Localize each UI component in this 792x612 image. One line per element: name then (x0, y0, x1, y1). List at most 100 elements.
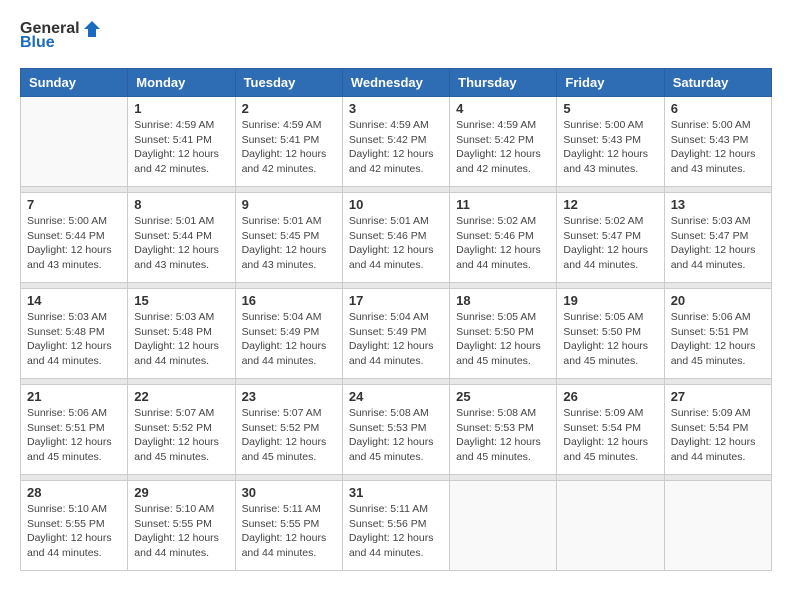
day-info: Sunrise: 5:00 AM Sunset: 5:43 PM Dayligh… (671, 118, 765, 177)
calendar-cell (664, 481, 771, 571)
calendar-cell: 25Sunrise: 5:08 AM Sunset: 5:53 PM Dayli… (450, 385, 557, 475)
day-info: Sunrise: 5:05 AM Sunset: 5:50 PM Dayligh… (456, 310, 550, 369)
day-number: 30 (242, 485, 336, 500)
day-info: Sunrise: 4:59 AM Sunset: 5:41 PM Dayligh… (134, 118, 228, 177)
day-number: 31 (349, 485, 443, 500)
calendar-cell: 15 Sunrise: 5:03 AM Sunset: 5:48 PM Dayli… (128, 289, 235, 379)
day-info: Sunrise: 5:08 AM Sunset: 5:53 PM Dayligh… (349, 406, 443, 465)
calendar-week-row: 1 Sunrise: 4:59 AM Sunset: 5:41 PM Daylig… (21, 97, 772, 187)
col-header-sunday: Sunday (21, 69, 128, 97)
day-number: 4 (456, 101, 550, 116)
calendar-week-row: 21Sunrise: 5:06 AM Sunset: 5:51 PM Dayli… (21, 385, 772, 475)
calendar-cell: 12 Sunrise: 5:02 AM Sunset: 5:47 PM Dayli… (557, 193, 664, 283)
day-number: 24 (349, 389, 443, 404)
col-header-wednesday: Wednesday (342, 69, 449, 97)
day-info: Sunrise: 5:03 AM Sunset: 5:48 PM Dayligh… (134, 310, 228, 369)
day-number: 18 (456, 293, 550, 308)
calendar-cell: 16 Sunrise: 5:04 AM Sunset: 5:49 PM Dayli… (235, 289, 342, 379)
calendar-cell: 3Sunrise: 4:59 AM Sunset: 5:42 PM Daylig… (342, 97, 449, 187)
logo: General Blue (20, 20, 102, 52)
day-info: Sunrise: 5:04 AM Sunset: 5:49 PM Dayligh… (349, 310, 443, 369)
day-info: Sunrise: 5:06 AM Sunset: 5:51 PM Dayligh… (27, 406, 121, 465)
calendar-table: SundayMondayTuesdayWednesdayThursdayFrid… (20, 68, 772, 571)
day-number: 8 (134, 197, 228, 212)
logo-blue-text: Blue (20, 34, 55, 52)
calendar-cell (21, 97, 128, 187)
calendar-cell: 28 Sunrise: 5:10 AM Sunset: 5:55 PM Dayli… (21, 481, 128, 571)
day-number: 27 (671, 389, 765, 404)
day-number: 20 (671, 293, 765, 308)
col-header-friday: Friday (557, 69, 664, 97)
calendar-cell: 1 Sunrise: 4:59 AM Sunset: 5:41 PM Daylig… (128, 97, 235, 187)
calendar-cell: 8 Sunrise: 5:01 AM Sunset: 5:44 PM Daylig… (128, 193, 235, 283)
day-info: Sunrise: 5:10 AM Sunset: 5:55 PM Dayligh… (27, 502, 121, 561)
calendar-cell: 21Sunrise: 5:06 AM Sunset: 5:51 PM Dayli… (21, 385, 128, 475)
day-number: 17 (349, 293, 443, 308)
day-info: Sunrise: 5:07 AM Sunset: 5:52 PM Dayligh… (242, 406, 336, 465)
day-info: Sunrise: 5:02 AM Sunset: 5:47 PM Dayligh… (563, 214, 657, 273)
calendar-cell: 17 Sunrise: 5:04 AM Sunset: 5:49 PM Dayli… (342, 289, 449, 379)
calendar-cell: 31 Sunrise: 5:11 AM Sunset: 5:56 PM Dayli… (342, 481, 449, 571)
calendar-cell: 22 Sunrise: 5:07 AM Sunset: 5:52 PM Dayli… (128, 385, 235, 475)
day-info: Sunrise: 5:11 AM Sunset: 5:55 PM Dayligh… (242, 502, 336, 561)
day-info: Sunrise: 5:09 AM Sunset: 5:54 PM Dayligh… (563, 406, 657, 465)
calendar-cell (450, 481, 557, 571)
day-number: 11 (456, 197, 550, 212)
day-info: Sunrise: 4:59 AM Sunset: 5:42 PM Dayligh… (456, 118, 550, 177)
day-info: Sunrise: 5:01 AM Sunset: 5:44 PM Dayligh… (134, 214, 228, 273)
day-info: Sunrise: 5:05 AM Sunset: 5:50 PM Dayligh… (563, 310, 657, 369)
calendar-header-row: SundayMondayTuesdayWednesdayThursdayFrid… (21, 69, 772, 97)
day-number: 29 (134, 485, 228, 500)
calendar-cell: 10Sunrise: 5:01 AM Sunset: 5:46 PM Dayli… (342, 193, 449, 283)
day-info: Sunrise: 5:01 AM Sunset: 5:46 PM Dayligh… (349, 214, 443, 273)
day-info: Sunrise: 5:00 AM Sunset: 5:43 PM Dayligh… (563, 118, 657, 177)
calendar-cell: 26Sunrise: 5:09 AM Sunset: 5:54 PM Dayli… (557, 385, 664, 475)
col-header-thursday: Thursday (450, 69, 557, 97)
calendar-cell: 13Sunrise: 5:03 AM Sunset: 5:47 PM Dayli… (664, 193, 771, 283)
day-number: 12 (563, 197, 657, 212)
day-info: Sunrise: 5:03 AM Sunset: 5:48 PM Dayligh… (27, 310, 121, 369)
day-info: Sunrise: 5:06 AM Sunset: 5:51 PM Dayligh… (671, 310, 765, 369)
calendar-cell: 18 Sunrise: 5:05 AM Sunset: 5:50 PM Dayli… (450, 289, 557, 379)
day-info: Sunrise: 5:10 AM Sunset: 5:55 PM Dayligh… (134, 502, 228, 561)
calendar-week-row: 28 Sunrise: 5:10 AM Sunset: 5:55 PM Dayli… (21, 481, 772, 571)
day-number: 16 (242, 293, 336, 308)
col-header-saturday: Saturday (664, 69, 771, 97)
calendar-cell: 19 Sunrise: 5:05 AM Sunset: 5:50 PM Dayli… (557, 289, 664, 379)
calendar-cell: 27 Sunrise: 5:09 AM Sunset: 5:54 PM Dayli… (664, 385, 771, 475)
day-info: Sunrise: 5:04 AM Sunset: 5:49 PM Dayligh… (242, 310, 336, 369)
day-info: Sunrise: 5:11 AM Sunset: 5:56 PM Dayligh… (349, 502, 443, 561)
calendar-cell: 20 Sunrise: 5:06 AM Sunset: 5:51 PM Dayli… (664, 289, 771, 379)
day-number: 15 (134, 293, 228, 308)
day-info: Sunrise: 5:01 AM Sunset: 5:45 PM Dayligh… (242, 214, 336, 273)
day-info: Sunrise: 5:09 AM Sunset: 5:54 PM Dayligh… (671, 406, 765, 465)
day-info: Sunrise: 4:59 AM Sunset: 5:41 PM Dayligh… (242, 118, 336, 177)
day-info: Sunrise: 5:07 AM Sunset: 5:52 PM Dayligh… (134, 406, 228, 465)
day-number: 14 (27, 293, 121, 308)
calendar-cell (557, 481, 664, 571)
calendar-cell: 9 Sunrise: 5:01 AM Sunset: 5:45 PM Daylig… (235, 193, 342, 283)
calendar-cell: 24 Sunrise: 5:08 AM Sunset: 5:53 PM Dayli… (342, 385, 449, 475)
calendar-cell: 29 Sunrise: 5:10 AM Sunset: 5:55 PM Dayli… (128, 481, 235, 571)
day-info: Sunrise: 5:03 AM Sunset: 5:47 PM Dayligh… (671, 214, 765, 273)
calendar-week-row: 14 Sunrise: 5:03 AM Sunset: 5:48 PM Dayli… (21, 289, 772, 379)
day-number: 1 (134, 101, 228, 116)
day-number: 22 (134, 389, 228, 404)
day-number: 9 (242, 197, 336, 212)
calendar-cell: 14 Sunrise: 5:03 AM Sunset: 5:48 PM Dayli… (21, 289, 128, 379)
day-number: 6 (671, 101, 765, 116)
day-number: 7 (27, 197, 121, 212)
day-number: 23 (242, 389, 336, 404)
day-number: 5 (563, 101, 657, 116)
day-info: Sunrise: 5:08 AM Sunset: 5:53 PM Dayligh… (456, 406, 550, 465)
calendar-cell: 30 Sunrise: 5:11 AM Sunset: 5:55 PM Dayli… (235, 481, 342, 571)
page-header: General Blue (20, 20, 772, 52)
day-number: 28 (27, 485, 121, 500)
calendar-cell: 23 Sunrise: 5:07 AM Sunset: 5:52 PM Dayli… (235, 385, 342, 475)
day-number: 19 (563, 293, 657, 308)
day-number: 2 (242, 101, 336, 116)
col-header-tuesday: Tuesday (235, 69, 342, 97)
col-header-monday: Monday (128, 69, 235, 97)
calendar-week-row: 7Sunrise: 5:00 AM Sunset: 5:44 PM Daylig… (21, 193, 772, 283)
logo-bird-icon (82, 20, 102, 38)
